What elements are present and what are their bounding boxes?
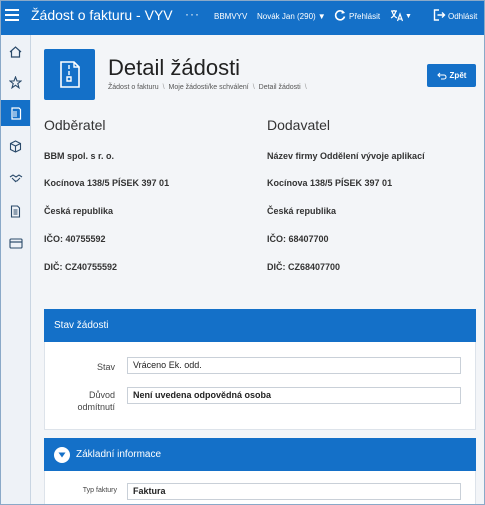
buyer-name: BBM spol. s r. o. [44,151,115,161]
buyer-dic: DIČ: CZ40755592 [44,262,118,272]
translate-icon[interactable] [390,9,404,25]
sidebar-item-payments[interactable] [1,230,30,256]
supplier-heading: Dodavatel [267,117,331,133]
invoice-icon [10,106,21,120]
breadcrumb: Žádost o fakturu \ Moje žádosti/ke schvále… [108,84,311,91]
breadcrumb-separator: \ [252,84,255,91]
sidebar-item-documents[interactable] [1,198,30,224]
star-icon [9,75,22,89]
title-bar: Detail žádosti Žádost o fakturu \ Moje žád… [31,35,484,107]
sidebar-item-invoice[interactable] [1,100,30,126]
status-panel-header: Stav žádosti [44,309,476,342]
back-button[interactable]: Zpět [427,64,476,87]
state-label: Stav [96,362,115,372]
invoice-tile-icon [44,49,95,100]
sidebar-item-partners[interactable] [1,165,30,191]
breadcrumb-separator: \ [162,84,165,91]
breadcrumb-item[interactable]: Žádost o fakturu [108,84,159,91]
supplier-dic: DIČ: CZ68407700 [267,262,341,272]
back-arrow-icon [436,72,447,80]
breadcrumb-separator: \ [304,84,307,91]
logout-button[interactable]: Odhlásit [448,12,477,21]
invoice-type-field[interactable]: Faktura [127,483,461,500]
reason-field[interactable]: Není uvedena odpovědná osoba [127,387,461,404]
supplier-name: Název firmy Oddělení vývoje aplikací [267,151,425,161]
basic-info-body: Typ faktury Faktura [44,471,476,504]
buyer-country: Česká republika [44,206,114,216]
buyer-heading: Odběratel [44,117,106,133]
relogin-button[interactable]: Přehlásit [349,12,380,21]
app-window: Žádost o fakturu - VYV ··· BBMVYV Novák … [0,0,485,505]
sidebar-item-favorites[interactable] [1,69,30,95]
company-code[interactable]: BBMVYV [214,12,247,21]
app-title[interactable]: Žádost o fakturu - VYV [31,7,173,23]
supplier-ico: IČO: 68407700 [267,234,329,244]
parties-section: Odběratel BBM spol. s r. o. Kocínova 138… [31,107,484,277]
refresh-icon[interactable] [334,9,346,21]
back-label: Zpět [449,71,467,80]
menu-icon[interactable] [5,9,19,23]
top-header: Žádost o fakturu - VYV ··· BBMVYV Novák … [1,1,484,35]
basic-info-panel: Základní informace Typ faktury Faktura [44,438,476,504]
caret-down-icon: ▼ [317,12,326,21]
basic-info-title: Základní informace [76,449,162,460]
status-panel: Stav žádosti Stav Vráceno Ek. odd. Důvod… [44,309,476,430]
reason-label: Důvod odmítnutí [45,389,115,413]
home-icon [9,46,22,58]
reason-label-line: odmítnutí [77,402,115,412]
invoice-type-label: Typ faktury [82,487,117,494]
expand-icon[interactable] [54,446,70,463]
handshake-icon [9,173,22,182]
buyer-address: Kocínova 138/5 PÍSEK 397 01 [44,178,170,188]
breadcrumb-item[interactable]: Moje žádosti/ke schválení [169,84,249,91]
supplier-country: Česká republika [267,206,337,216]
status-panel-body: Stav Vráceno Ek. odd. Důvod odmítnutí Ne… [44,342,476,430]
box-icon [9,139,22,153]
user-menu-button[interactable]: Novák Jan (290) ▼ [257,12,326,21]
card-icon [8,237,23,249]
logout-icon[interactable] [433,9,446,21]
main-content: Detail žádosti Žádost o fakturu \ Moje žád… [31,35,484,504]
more-menu-button[interactable]: ··· [185,7,200,21]
breadcrumb-item: Detail žádosti [258,84,301,91]
buyer-ico: IČO: 40755592 [44,234,106,244]
page-title: Detail žádosti [108,55,241,80]
reason-label-line: Důvod [88,390,115,400]
sidebar [1,35,31,504]
basic-info-panel-header[interactable]: Základní informace [44,438,476,471]
user-name: Novák Jan (290) [257,12,316,21]
supplier-address: Kocínova 138/5 PÍSEK 397 01 [267,178,393,188]
caret-down-icon[interactable]: ▼ [405,13,412,20]
document-icon [10,204,21,218]
sidebar-item-products[interactable] [1,133,30,159]
sidebar-item-home[interactable] [1,39,30,65]
state-field[interactable]: Vráceno Ek. odd. [127,357,461,374]
